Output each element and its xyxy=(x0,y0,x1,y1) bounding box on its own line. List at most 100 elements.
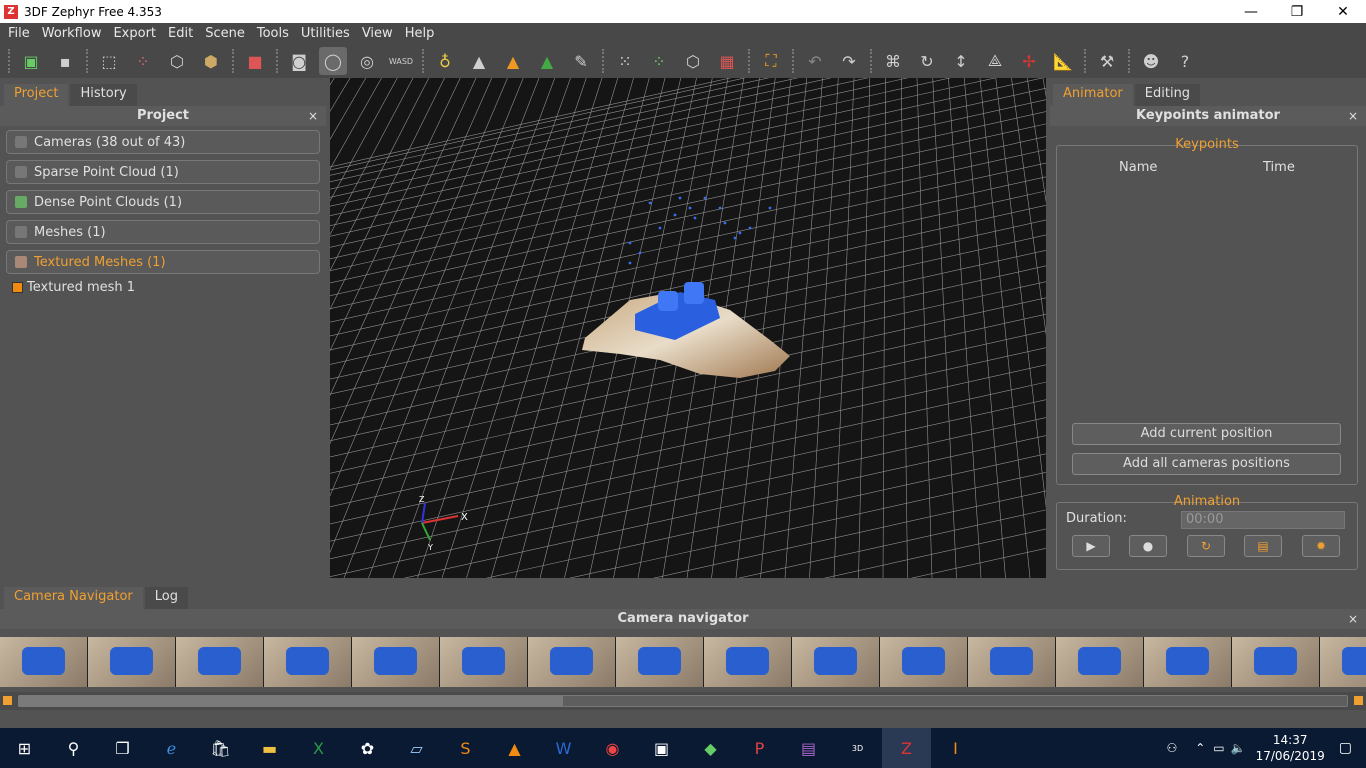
camera-icon[interactable]: ◙ xyxy=(285,47,313,75)
close-icon[interactable]: ✕ xyxy=(1320,0,1366,23)
camera-thumbnail[interactable] xyxy=(88,637,175,687)
export-button[interactable]: ▤ xyxy=(1244,535,1282,557)
chrome-icon[interactable]: ◉ xyxy=(588,728,637,768)
battery-icon[interactable]: ▭ xyxy=(1213,741,1224,755)
sublime-icon[interactable]: S xyxy=(441,728,490,768)
tree-subitem-textured-mesh[interactable]: Textured mesh 1 xyxy=(12,280,326,295)
notes-icon[interactable]: ▱ xyxy=(392,728,441,768)
paint-icon[interactable]: ✿ xyxy=(343,728,392,768)
triangle-color-icon[interactable]: ▲ xyxy=(533,47,561,75)
camera-thumbnail[interactable] xyxy=(880,637,967,687)
menu-workflow[interactable]: Workflow xyxy=(36,26,108,41)
clock[interactable]: 14:37 17/06/2019 xyxy=(1256,732,1325,764)
camera-thumbnail[interactable] xyxy=(264,637,351,687)
new-project-icon[interactable]: ▣ xyxy=(17,47,45,75)
menu-utilities[interactable]: Utilities xyxy=(295,26,356,41)
close-panel-icon[interactable]: × xyxy=(308,106,318,126)
cube-icon[interactable]: ■ xyxy=(241,47,269,75)
vlc-icon[interactable]: ▲ xyxy=(490,728,539,768)
scrollbar-thumb[interactable] xyxy=(18,695,563,707)
menu-help[interactable]: Help xyxy=(399,26,441,41)
tree-item-dense-clouds[interactable]: Dense Point Clouds (1) xyxy=(6,190,320,214)
point-cloud-icon[interactable]: ⁙ xyxy=(611,47,639,75)
minimize-icon[interactable]: — xyxy=(1228,0,1274,23)
save-icon[interactable]: ▪ xyxy=(51,47,79,75)
loop-button[interactable]: ↻ xyxy=(1187,535,1225,557)
triangle-white-icon[interactable]: ▲ xyxy=(465,47,493,75)
menu-scene[interactable]: Scene xyxy=(199,26,251,41)
select-points-icon[interactable]: ⬚ xyxy=(95,47,123,75)
camera-thumbnail[interactable] xyxy=(1320,637,1366,687)
scroll-left-icon[interactable] xyxy=(3,696,12,705)
textured-mesh-icon[interactable]: ⬢ xyxy=(197,47,225,75)
search-icon[interactable]: ⚲ xyxy=(49,728,98,768)
undo-icon[interactable]: ↶ xyxy=(801,47,829,75)
thumbnail-scrollbar[interactable] xyxy=(0,692,1366,710)
tab-camera-navigator[interactable]: Camera Navigator xyxy=(4,587,143,609)
camera-thumbnail[interactable] xyxy=(1232,637,1319,687)
plane-icon[interactable]: ⟁ xyxy=(981,47,1009,75)
restore-icon[interactable]: ❐ xyxy=(1274,0,1320,23)
camera-thumbnail[interactable] xyxy=(1144,637,1231,687)
mesh-icon[interactable]: ⬡ xyxy=(163,47,191,75)
menu-edit[interactable]: Edit xyxy=(162,26,199,41)
camera-thumbnail[interactable] xyxy=(704,637,791,687)
camera-thumbnail[interactable] xyxy=(616,637,703,687)
tree-item-meshes[interactable]: Meshes (1) xyxy=(6,220,320,244)
app-icon-orange[interactable]: I xyxy=(931,728,980,768)
file-explorer-icon[interactable]: ▬ xyxy=(245,728,294,768)
tree-item-cameras[interactable]: Cameras (38 out of 43) xyxy=(6,130,320,154)
tools-icon[interactable]: ⚒ xyxy=(1093,47,1121,75)
texture-view-icon[interactable]: ▦ xyxy=(713,47,741,75)
add-all-cameras-button[interactable]: Add all cameras positions xyxy=(1072,453,1341,475)
tree-item-textured-meshes[interactable]: Textured Meshes (1) xyxy=(6,250,320,274)
volume-icon[interactable]: 🔈 xyxy=(1231,741,1246,755)
frame-icon[interactable]: ⛶ xyxy=(757,47,785,75)
wasd-icon[interactable]: WASD xyxy=(387,47,415,75)
notification-icon[interactable]: ▢ xyxy=(1339,740,1352,756)
zephyr-icon[interactable]: Z xyxy=(882,728,931,768)
excel-icon[interactable]: X xyxy=(294,728,343,768)
tab-history[interactable]: History xyxy=(70,84,137,106)
3d-viewport[interactable]: X Z Y xyxy=(330,78,1046,578)
tab-animator[interactable]: Animator xyxy=(1053,84,1133,106)
tab-project[interactable]: Project xyxy=(4,84,69,106)
winrar-icon[interactable]: ▤ xyxy=(784,728,833,768)
camera-thumbnail[interactable] xyxy=(1056,637,1143,687)
add-current-position-button[interactable]: Add current position xyxy=(1072,423,1341,445)
menu-file[interactable]: File xyxy=(2,26,36,41)
camera-thumbnail[interactable] xyxy=(440,637,527,687)
store-icon[interactable]: 🛍 xyxy=(196,728,245,768)
scroll-right-icon[interactable] xyxy=(1354,696,1363,705)
close-panel-icon[interactable]: × xyxy=(1348,609,1358,629)
move-vertical-icon[interactable]: ↕ xyxy=(947,47,975,75)
camera-thumbnail[interactable] xyxy=(968,637,1055,687)
triangle-orange-icon[interactable]: ▲ xyxy=(499,47,527,75)
tree-item-sparse-cloud[interactable]: Sparse Point Cloud (1) xyxy=(6,160,320,184)
mask-icon[interactable]: ☻ xyxy=(1137,47,1165,75)
chevron-up-icon[interactable]: ⌃ xyxy=(1195,741,1205,755)
light-icon[interactable]: ♁ xyxy=(431,47,459,75)
help-icon[interactable]: ? xyxy=(1171,47,1199,75)
lasso-icon[interactable]: ⌘ xyxy=(879,47,907,75)
dense-cloud-icon[interactable]: ⁘ xyxy=(645,47,673,75)
close-panel-icon[interactable]: × xyxy=(1348,106,1358,126)
tab-editing[interactable]: Editing xyxy=(1134,84,1201,106)
camera-thumbnail[interactable] xyxy=(792,637,879,687)
menu-view[interactable]: View xyxy=(356,26,399,41)
menu-tools[interactable]: Tools xyxy=(251,26,295,41)
brush-icon[interactable]: ✎ xyxy=(567,47,595,75)
camera-thumbnail[interactable] xyxy=(176,637,263,687)
rotate-icon[interactable]: ↻ xyxy=(913,47,941,75)
record-button[interactable]: ● xyxy=(1129,535,1167,557)
camera-thumbnail[interactable] xyxy=(528,637,615,687)
app-icon-diamond[interactable]: ◆ xyxy=(686,728,735,768)
ruler-icon[interactable]: 📐 xyxy=(1049,47,1077,75)
task-view-icon[interactable]: ❐ xyxy=(98,728,147,768)
control-panel-icon[interactable]: ▣ xyxy=(637,728,686,768)
camera-thumbnail[interactable] xyxy=(0,637,87,687)
camera-thumbnail[interactable] xyxy=(352,637,439,687)
tab-log[interactable]: Log xyxy=(144,587,188,609)
sparse-cloud-icon[interactable]: ⁘ xyxy=(129,47,157,75)
duration-field[interactable]: 00:00 xyxy=(1181,511,1345,529)
